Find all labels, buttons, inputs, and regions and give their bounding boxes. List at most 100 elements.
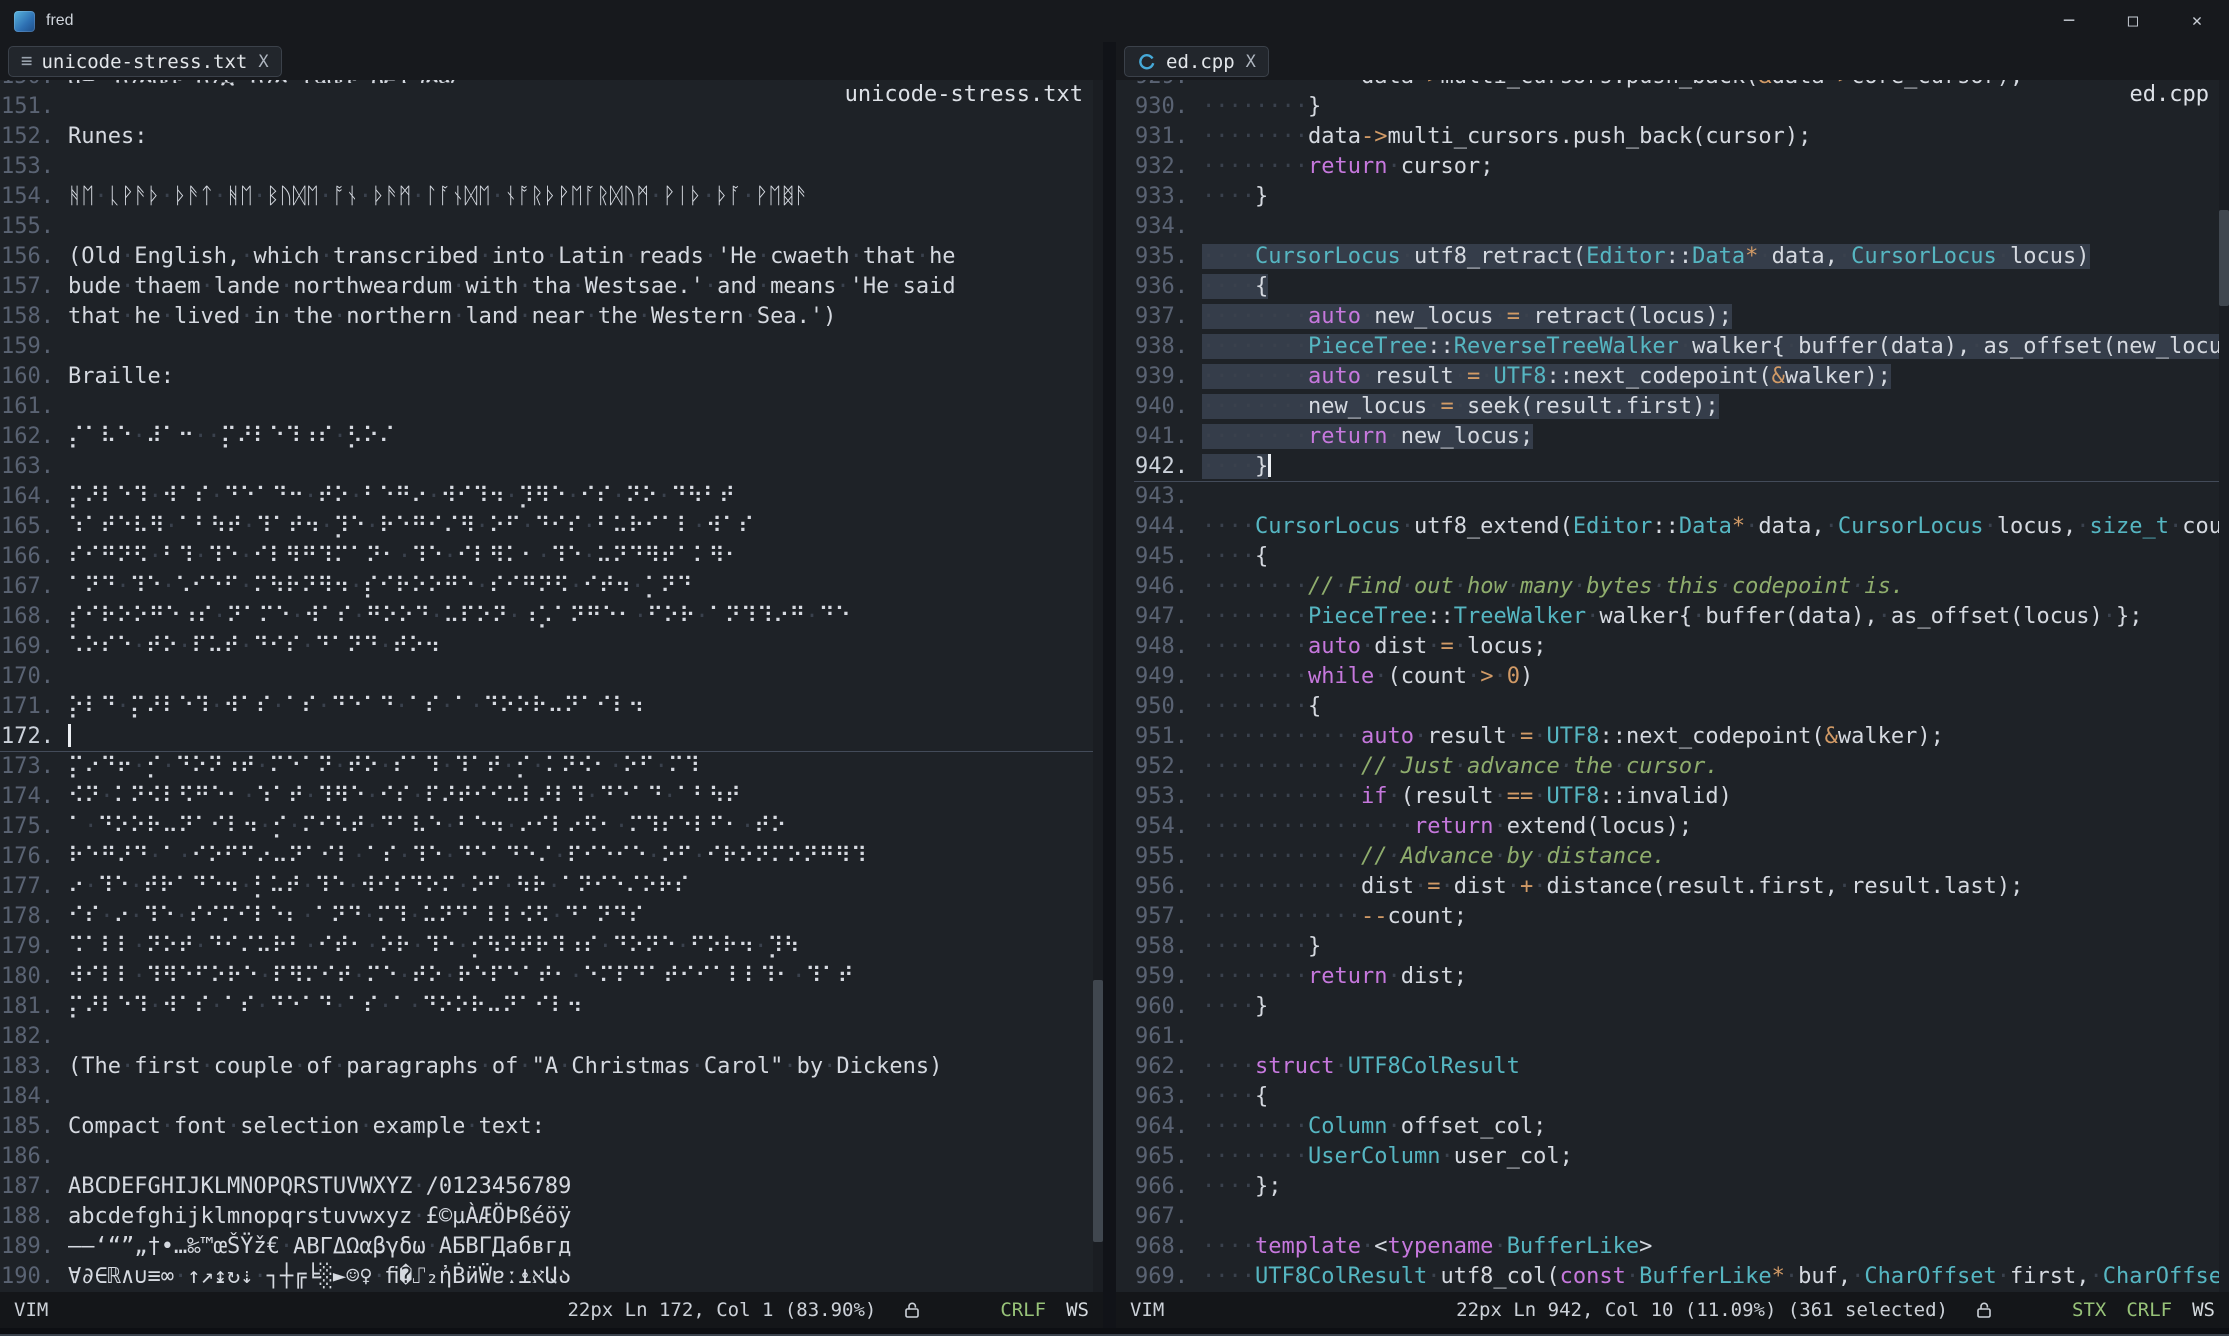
lock-icon[interactable] — [902, 1300, 922, 1320]
code-line[interactable]: 185.Compact·font·selection·example·text: — [0, 1112, 1103, 1142]
code-line[interactable]: 162.⡌⠁⠧⠑·⠼⠁⠒··⡍⠜⠇⠑⠹⠰⠎·⡣⠕⠌ — [0, 422, 1103, 452]
code-line[interactable]: 158.that·he·lived·in·the·northern·land·n… — [0, 302, 1103, 332]
lock-icon[interactable] — [1974, 1300, 1994, 1320]
code-line[interactable]: 966.····}; — [1134, 1172, 2229, 1202]
tab-unicode-stress-txt[interactable]: ≡ unicode-stress.txt X — [8, 46, 282, 77]
code-line[interactable]: 186. — [0, 1142, 1103, 1172]
status-flag-crlf[interactable]: CRLF — [1000, 1299, 1046, 1321]
code-line[interactable]: 178.⠊⠎·⠔·⠹⠑·⠎⠊⠍⠊⠇⠑⠆·⠁⠝⠙·⠍⠹·⠥⠝⠙⠁⠇⠇⠪⠫·⠙⠁⠝⠙… — [0, 902, 1103, 932]
code-line[interactable]: 163. — [0, 452, 1103, 482]
tab-ed-cpp[interactable]: ed.cpp X — [1124, 46, 1269, 77]
code-line[interactable]: 942.····} — [1134, 452, 2229, 482]
code-line[interactable]: 938.········PieceTree::ReverseTreeWalker… — [1134, 332, 2229, 362]
code-line[interactable]: 159. — [0, 332, 1103, 362]
code-line[interactable]: 933.····} — [1134, 182, 2229, 212]
code-line[interactable]: 969.····UTF8ColResult·utf8_col(const·Buf… — [1134, 1262, 2229, 1292]
code-line[interactable]: 964.········Column·offset_col; — [1134, 1112, 2229, 1142]
code-line[interactable]: 152.Runes: — [0, 122, 1103, 152]
code-line[interactable]: 953.············if·(result·==·UTF8::inva… — [1134, 782, 2229, 812]
code-line[interactable]: 950.········{ — [1134, 692, 2229, 722]
code-line[interactable]: 179.⠩⠁⠇⠇·⠝⠕⠞·⠙⠊⠌⠥⠗⠃·⠊⠞⠂·⠕⠗·⠹⠑·⡊⠳⠝⠞⠗⠹⠰⠎·⠙… — [0, 932, 1103, 962]
status-flag-ws[interactable]: WS — [2192, 1299, 2215, 1321]
pane-divider[interactable] — [1103, 42, 1116, 1328]
code-line[interactable]: 167.⠁⠝⠙·⠹⠑·⠡⠊⠑⠋·⠍⠳⠗⠝⠻⠲·⡎⠊⠗⠕⠕⠛⠑·⠎⠊⠛⠝⠫·⠊⠞⠲… — [0, 572, 1103, 602]
scrollbar-thumb[interactable] — [2219, 210, 2229, 306]
code-line[interactable]: 189.–—‘“”„†•…‰™œŠŸž€·ΑΒΓΔΩαβγδω·АБВГДабв… — [0, 1232, 1103, 1262]
code-line[interactable]: 164.⡍⠜⠇⠑⠹·⠺⠁⠎·⠙⠑⠁⠙⠒·⠞⠕·⠃⠑⠛⠔·⠺⠊⠹⠲·⡹⠻⠑·⠊⠎·… — [0, 482, 1103, 512]
code-line[interactable]: 937.········auto·new_locus·=·retract(loc… — [1134, 302, 2229, 332]
code-line[interactable]: 958.········} — [1134, 932, 2229, 962]
code-line[interactable]: 935.····CursorLocus·utf8_retract(Editor:… — [1134, 242, 2229, 272]
code-line[interactable]: 948.········auto·dist·=·locus; — [1134, 632, 2229, 662]
code-line[interactable]: 157.bude·thaem·lande·northweardum·with·t… — [0, 272, 1103, 302]
code-line[interactable]: 965.········UserColumn·user_col; — [1134, 1142, 2229, 1172]
code-line[interactable]: 174.⠪⠝·⠅⠝⠪⠇⠫⠛⠑⠂·⠱⠁⠞·⠹⠻⠑·⠊⠎·⠏⠜⠞⠊⠊⠥⠇⠜⠇⠹·⠙⠑… — [0, 782, 1103, 812]
scrollbar-thumb[interactable] — [1093, 980, 1103, 1242]
code-line[interactable]: 941.········return·new_locus; — [1134, 422, 2229, 452]
code-line[interactable]: 181.⡍⠜⠇⠑⠹·⠺⠁⠎·⠁⠎·⠙⠑⠁⠙·⠁⠎·⠁·⠙⠕⠕⠗⠤⠝⠁⠊⠇⠲ — [0, 992, 1103, 1022]
code-line[interactable]: 962.····struct·UTF8ColResult — [1134, 1052, 2229, 1082]
code-line[interactable]: 188.abcdefghijklmnopqrstuvwxyz·£©µÀÆÖÞßé… — [0, 1202, 1103, 1232]
close-button[interactable]: ✕ — [2165, 0, 2229, 42]
code-line[interactable]: 180.⠺⠊⠇⠇·⠹⠻⠑⠋⠕⠗⠑·⠏⠻⠍⠊⠞·⠍⠑·⠞⠕·⠗⠑⠏⠑⠁⠞⠂·⠑⠍⠏… — [0, 962, 1103, 992]
code-line[interactable]: 931.········data->multi_cursors.push_bac… — [1134, 122, 2229, 152]
code-line[interactable]: 961. — [1134, 1022, 2229, 1052]
window-bottom-edge[interactable] — [0, 1328, 2229, 1336]
code-line[interactable]: 168.⡎⠊⠗⠕⠕⠛⠑⠰⠎·⠝⠁⠍⠑·⠺⠁⠎·⠛⠕⠕⠙·⠥⠏⠕⠝·⠰⡡⠁⠝⠛⠑⠂… — [0, 602, 1103, 632]
code-line[interactable]: 944.····CursorLocus·utf8_extend(Editor::… — [1134, 512, 2229, 542]
code-line[interactable]: 939.········auto·result·=·UTF8::next_cod… — [1134, 362, 2229, 392]
code-line[interactable]: 946.········//·Find·out·how·many·bytes·t… — [1134, 572, 2229, 602]
code-line[interactable]: 182. — [0, 1022, 1103, 1052]
code-line[interactable]: 173.⡍⠔⠙⠖·⡊·⠙⠕⠝⠰⠞·⠍⠑⠁⠝·⠞⠕·⠎⠁⠹·⠹⠁⠞·⡊·⠅⠝⠪⠂·… — [0, 752, 1103, 782]
code-line[interactable]: 952.············//·Just·advance·the·curs… — [1134, 752, 2229, 782]
code-line[interactable]: 929.············data->multi_cursors.push… — [1134, 80, 2229, 92]
code-line[interactable]: 934. — [1134, 212, 2229, 242]
code-line[interactable]: 940.········new_locus·=·seek(result.firs… — [1134, 392, 2229, 422]
code-line[interactable]: 954.················return·extend(locus)… — [1134, 812, 2229, 842]
minimize-button[interactable]: ─ — [2037, 0, 2101, 42]
code-line[interactable]: 176.⠗⠑⠛⠜⠙·⠁·⠊⠕⠋⠋⠔⠤⠝⠁⠊⠇·⠁⠎·⠹⠑·⠙⠑⠁⠙⠑⠌·⠏⠊⠑⠊… — [0, 842, 1103, 872]
code-line[interactable]: 947.········PieceTree::TreeWalker·walker… — [1134, 602, 2229, 632]
code-line[interactable]: 175.⠁·⠙⠕⠕⠗⠤⠝⠁⠊⠇⠲·⡊·⠍⠊⠣⠞·⠙⠁⠧⠑·⠃⠑⠲·⠔⠊⠇⠔⠫⠂·… — [0, 812, 1103, 842]
code-line[interactable]: 190.∀∂∈ℝ∧∪≡∞·↑↗↨↻⇣·┐┼╔╘░►☺♀·ﬁ�⑀₂ἠḂӥẄɐː⍎א… — [0, 1262, 1103, 1292]
editor-content-left[interactable]: 150.ሰው·እንደቤቱ·እንጅ·እንደ·ጉረቤቱ·አይተዳደርም።151.15… — [0, 80, 1103, 1292]
code-line[interactable]: 161. — [0, 392, 1103, 422]
status-flag-stx[interactable]: STX — [2072, 1299, 2106, 1321]
code-line[interactable]: 960.····} — [1134, 992, 2229, 1022]
scrollbar-left[interactable] — [1093, 80, 1103, 1292]
code-line[interactable]: 932.········return·cursor; — [1134, 152, 2229, 182]
code-line[interactable]: 170. — [0, 662, 1103, 692]
code-line[interactable]: 957.············--count; — [1134, 902, 2229, 932]
editor-content-right[interactable]: 929.············data->multi_cursors.push… — [1116, 80, 2229, 1292]
code-line[interactable]: 956.············dist·=·dist·+·distance(r… — [1134, 872, 2229, 902]
code-line[interactable]: 177.⠔·⠹⠑·⠞⠗⠁⠙⠑⠲·⡃⠥⠞·⠹⠑·⠺⠊⠎⠙⠕⠍·⠕⠋·⠳⠗·⠁⠝⠊⠑… — [0, 872, 1103, 902]
code-line[interactable]: 169.⠡⠕⠎⠑·⠞⠕·⠏⠥⠞·⠙⠊⠎·⠙⠁⠝⠙·⠞⠕⠲ — [0, 632, 1103, 662]
code-line[interactable]: 184. — [0, 1082, 1103, 1112]
code-line[interactable]: 955.············//·Advance·by·distance. — [1134, 842, 2229, 872]
code-line[interactable]: 963.····{ — [1134, 1082, 2229, 1112]
code-line[interactable]: 155. — [0, 212, 1103, 242]
code-line[interactable]: 936.····{ — [1134, 272, 2229, 302]
code-line[interactable]: 172. — [0, 722, 1103, 752]
code-line[interactable]: 154.ᚻᛖ·ᚳᚹᚫᚦ·ᚦᚫᛏ·ᚻᛖ·ᛒᚢᛞᛖ·ᚩᚾ·ᚦᚫᛗ·ᛚᚪᚾᛞᛖ·ᚾᚩᚱ… — [0, 182, 1103, 212]
tab-close-icon[interactable]: X — [256, 52, 268, 72]
code-line[interactable]: 187.ABCDEFGHIJKLMNOPQRSTUVWXYZ·/01234567… — [0, 1172, 1103, 1202]
code-line[interactable]: 967. — [1134, 1202, 2229, 1232]
code-line[interactable]: 959.········return·dist; — [1134, 962, 2229, 992]
code-line[interactable]: 160.Braille: — [0, 362, 1103, 392]
code-line[interactable]: 183.(The·first·couple·of·paragraphs·of·"… — [0, 1052, 1103, 1082]
code-line[interactable]: 930.········} — [1134, 92, 2229, 122]
code-line[interactable]: 166.⠎⠊⠛⠝⠫·⠃⠹·⠹⠑·⠊⠇⠻⠛⠹⠍⠁⠝⠂·⠹⠑·⠊⠇⠻⠅⠂·⠹⠑·⠥⠝… — [0, 542, 1103, 572]
code-line[interactable]: 943. — [1134, 482, 2229, 512]
code-line[interactable]: 949.········while·(count·>·0) — [1134, 662, 2229, 692]
code-line[interactable]: 171.⡕⠇⠙·⡍⠜⠇⠑⠹·⠺⠁⠎·⠁⠎·⠙⠑⠁⠙·⠁⠎·⠁·⠙⠕⠕⠗⠤⠝⠁⠊⠇… — [0, 692, 1103, 722]
code-line[interactable]: 165.⠱⠁⠞⠑⠧⠻·⠁⠃⠳⠞·⠹⠁⠞⠲·⡹⠑·⠗⠑⠛⠊⠌⠻·⠕⠋·⠙⠊⠎·⠃⠥… — [0, 512, 1103, 542]
code-line[interactable]: 951.············auto·result·=·UTF8::next… — [1134, 722, 2229, 752]
code-line[interactable]: 153. — [0, 152, 1103, 182]
code-line[interactable]: 968.····template·<typename·BufferLike> — [1134, 1232, 2229, 1262]
maximize-button[interactable]: □ — [2101, 0, 2165, 42]
code-line[interactable]: 945.····{ — [1134, 542, 2229, 572]
scrollbar-right[interactable] — [2219, 80, 2229, 1292]
code-line[interactable]: 156.(Old·English,·which·transcribed·into… — [0, 242, 1103, 272]
tab-close-icon[interactable]: X — [1244, 52, 1256, 72]
